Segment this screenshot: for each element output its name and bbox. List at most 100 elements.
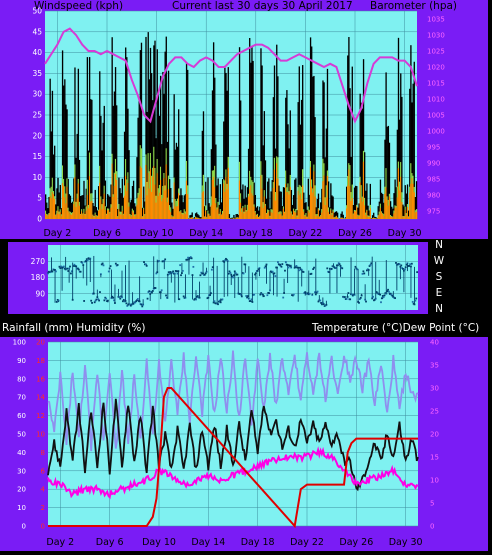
rainfall-tick-label: 4 xyxy=(41,486,46,494)
wind-direction-point xyxy=(154,287,157,289)
wind-direction-point xyxy=(143,261,145,263)
rain-humidity-temperature-chart: Rainfall (mm) Humidity (%) Temperature (… xyxy=(2,322,479,548)
humidity-tick-label: 30 xyxy=(17,467,26,475)
wind-direction-point xyxy=(347,292,350,294)
x-tick-label: Day 18 xyxy=(239,228,273,239)
wind-direction-point xyxy=(274,275,277,277)
wind-direction-point xyxy=(55,270,57,273)
wind-direction-point xyxy=(109,265,112,268)
barometer-tick-label: 985 xyxy=(427,176,440,184)
wind-direction-point xyxy=(345,298,348,300)
wind-direction-point xyxy=(86,259,89,262)
x-tick-label: Day 2 xyxy=(46,537,74,548)
wind-direction-point xyxy=(266,294,269,297)
wind-direction-point xyxy=(379,293,382,296)
wind-direction-point xyxy=(358,301,360,304)
windspeed-tick-label: 0 xyxy=(37,215,42,224)
barometer-tick-label: 1030 xyxy=(427,32,445,40)
barometer-tick-label: 1000 xyxy=(427,128,445,136)
wind-direction-point xyxy=(229,271,232,274)
wind-direction-point xyxy=(91,301,93,304)
wind-direction-point xyxy=(280,265,283,268)
wind-direction-point xyxy=(295,265,298,267)
wind-direction-point xyxy=(148,290,151,293)
wind-direction-point xyxy=(190,257,193,260)
wind-direction-point xyxy=(105,297,108,300)
temperature-tick-label: 15 xyxy=(430,454,439,462)
wind-direction-point xyxy=(271,270,274,273)
humidity-tick-label: 90 xyxy=(17,357,26,365)
barometer-tick-label: 995 xyxy=(427,144,440,152)
wind-direction-point xyxy=(322,303,325,306)
wind-direction-point xyxy=(330,267,333,270)
rainfall-tick-label: 12 xyxy=(36,412,45,420)
humidity-tick-label: 10 xyxy=(17,504,26,512)
wind-direction-point xyxy=(349,298,352,301)
temperature-tick-label: 25 xyxy=(430,408,439,416)
barometer-tick-label: 1010 xyxy=(427,96,445,104)
wind-direction-point xyxy=(140,303,143,306)
wind-direction-tick-label: 90 xyxy=(35,289,45,298)
wind-direction-point xyxy=(210,292,212,295)
windspeed-axis-title: Windspeed (kph) xyxy=(34,0,123,12)
compass-label-E: E xyxy=(436,287,443,299)
wind-direction-point xyxy=(363,272,366,275)
weather-chart-canvas: 05101520253035404550 9759809859909951000… xyxy=(0,0,492,555)
wind-direction-point xyxy=(168,272,171,275)
rainfall-tick-label: 14 xyxy=(36,394,45,402)
x-tick-label: Day 6 xyxy=(96,537,124,548)
windspeed-tick-label: 5 xyxy=(37,194,42,203)
humidity-tick-label: 40 xyxy=(17,449,26,457)
wind-direction-point xyxy=(51,270,54,273)
wind-direction-point xyxy=(70,272,72,275)
wind-direction-point xyxy=(298,269,300,272)
wind-direction-point xyxy=(101,262,104,265)
wind-direction-point xyxy=(292,293,295,296)
wind-direction-point xyxy=(273,272,276,275)
wind-direction-point xyxy=(256,269,259,272)
x-tick-label: Day 2 xyxy=(43,228,71,239)
barometer-tick-label: 1005 xyxy=(427,112,445,120)
wind-direction-point xyxy=(299,266,301,269)
windspeed-tick-label: 25 xyxy=(32,111,42,120)
wind-direction-point xyxy=(388,290,390,293)
wind-direction-point xyxy=(268,292,271,295)
temperature-tick-label: 5 xyxy=(430,500,434,508)
wind-direction-point xyxy=(55,301,58,303)
windspeed-tick-label: 20 xyxy=(32,131,42,140)
compass-label-W: W xyxy=(434,255,445,267)
wind-direction-point xyxy=(98,299,100,302)
barometer-tick-label: 975 xyxy=(427,208,440,216)
wind-direction-point xyxy=(108,267,111,270)
wind-direction-point xyxy=(146,297,149,300)
windspeed-tick-label: 10 xyxy=(32,173,42,182)
wind-direction-point xyxy=(118,296,121,298)
x-tick-label: Day 18 xyxy=(241,537,275,548)
temperature-tick-label: 20 xyxy=(430,431,439,439)
x-tick-label: Day 14 xyxy=(191,537,225,548)
compass-label-N: N xyxy=(435,239,443,251)
wind-direction-point xyxy=(227,272,230,275)
temperature-tick-label: 30 xyxy=(430,385,439,393)
barometer-axis-title: Barometer (hpa) xyxy=(370,0,457,12)
wind-direction-point xyxy=(382,296,385,298)
wind-direction-point xyxy=(326,267,329,270)
wind-direction-point xyxy=(365,300,367,303)
rainfall-tick-label: 6 xyxy=(41,467,46,475)
wind-direction-point xyxy=(409,263,411,266)
compass-label-S: S xyxy=(436,271,443,283)
wind-direction-point xyxy=(165,294,167,297)
wind-direction-point xyxy=(90,299,93,302)
temperature-tick-label: 35 xyxy=(430,362,439,370)
wind-direction-point xyxy=(316,290,319,293)
windspeed-speed-bar xyxy=(415,211,418,219)
rainfall-tick-label: 0 xyxy=(41,523,45,531)
wind-direction-point xyxy=(217,303,219,306)
wind-direction-point xyxy=(408,265,411,267)
wind-direction-point xyxy=(207,296,210,299)
wind-direction-point xyxy=(338,263,341,266)
wind-direction-point xyxy=(66,267,69,270)
windspeed-tick-label: 15 xyxy=(32,152,42,161)
wind-direction-point xyxy=(232,276,234,279)
wind-direction-point xyxy=(310,272,313,275)
